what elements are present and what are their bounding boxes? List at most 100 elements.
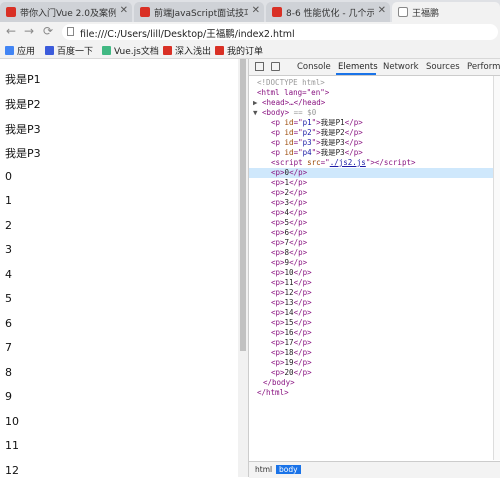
active-tab-indicator bbox=[336, 73, 376, 75]
dom-p-number[interactable]: <p>20</p> bbox=[271, 368, 312, 378]
paragraph-number: 2 bbox=[5, 219, 12, 232]
tab-title: 王福鹏 bbox=[412, 9, 440, 19]
dom-p-number[interactable]: <p>5</p> bbox=[271, 218, 307, 228]
dom-p-number[interactable]: <p>16</p> bbox=[271, 328, 312, 338]
breadcrumb-html[interactable]: html bbox=[252, 465, 275, 474]
html-open-tag[interactable]: <html lang="en"> bbox=[257, 88, 329, 98]
doctype-line: <!DOCTYPE html> bbox=[257, 78, 325, 87]
browser-toolbar: ← → ⟳ file:///C:/Users/lill/Desktop/王福鹏/… bbox=[0, 22, 500, 42]
tab-console[interactable]: Console bbox=[297, 62, 331, 72]
forward-arrow-icon[interactable]: → bbox=[24, 24, 34, 38]
dom-p-number[interactable]: <p>4</p> bbox=[271, 208, 307, 218]
flame-icon bbox=[215, 46, 224, 55]
styles-side-panel[interactable] bbox=[493, 76, 500, 460]
bookmark-label: 应用 bbox=[17, 47, 36, 57]
dom-script-node[interactable]: <script src="./js2.js"></script> bbox=[271, 158, 416, 168]
file-icon bbox=[67, 27, 74, 36]
paragraph-number: 10 bbox=[5, 415, 19, 428]
bookmark-label: 我的订单 bbox=[227, 47, 264, 57]
paragraph-number: 12 bbox=[5, 464, 19, 477]
dom-p-number[interactable]: <p>9</p> bbox=[271, 258, 307, 268]
paragraph-number: 7 bbox=[5, 341, 12, 354]
body-node[interactable]: ▼ <body> == $0 bbox=[253, 108, 316, 118]
paragraph-number: 6 bbox=[5, 317, 12, 330]
tab-current-page[interactable]: 王福鹏 bbox=[392, 2, 500, 22]
body-close-tag[interactable]: </body> bbox=[263, 378, 295, 388]
paragraph-number: 11 bbox=[5, 439, 19, 452]
dom-p-node[interactable]: <p id="p2">我是P2</p> bbox=[271, 128, 363, 138]
dom-p-number[interactable]: <p>12</p> bbox=[271, 288, 312, 298]
back-arrow-icon[interactable]: ← bbox=[6, 24, 16, 38]
body-open-tag: <body> bbox=[262, 108, 290, 117]
bookmark-label: Vue.js文档 bbox=[114, 47, 159, 57]
dom-p-node[interactable]: <p id="p1">我是P1</p> bbox=[271, 118, 363, 128]
inspect-element-icon[interactable] bbox=[255, 62, 264, 71]
dom-p-number[interactable]: <p>3</p> bbox=[271, 198, 307, 208]
bookmark-apps[interactable]: 应用 bbox=[5, 44, 35, 57]
dom-p-number[interactable]: <p>7</p> bbox=[271, 238, 307, 248]
paragraph-number: 1 bbox=[5, 194, 12, 207]
tab-vue-course[interactable]: 带你入门Vue 2.0及案例 ✕ bbox=[0, 2, 132, 22]
collapse-arrow-icon[interactable]: ▼ bbox=[253, 108, 258, 117]
html-close-tag[interactable]: </html> bbox=[257, 388, 289, 398]
dom-p-number[interactable]: <p>8</p> bbox=[271, 248, 307, 258]
breadcrumb-body[interactable]: body bbox=[276, 465, 301, 474]
tab-performance[interactable]: 8-6 性能优化 - 几个示例 ✕ bbox=[266, 2, 390, 22]
tab-title: 带你入门Vue 2.0及案例 bbox=[20, 9, 116, 19]
dom-p-number[interactable]: <p>18</p> bbox=[271, 348, 312, 358]
address-url[interactable]: file:///C:/Users/lill/Desktop/王福鹏/index2… bbox=[80, 26, 295, 40]
dom-p-number[interactable]: <p>2</p> bbox=[271, 188, 307, 198]
dom-p-number[interactable]: <p>1</p> bbox=[271, 178, 307, 188]
dom-p-number[interactable]: <p>11</p> bbox=[271, 278, 312, 288]
tab-sources[interactable]: Sources bbox=[426, 62, 460, 72]
page-scrollbar-thumb[interactable] bbox=[240, 59, 246, 351]
dom-p-number[interactable]: <p>13</p> bbox=[271, 298, 312, 308]
dom-p-number[interactable]: <p>15</p> bbox=[271, 318, 312, 328]
paragraph-number: 4 bbox=[5, 268, 12, 281]
tab-favicon-icon bbox=[272, 7, 282, 17]
apps-grid-icon bbox=[5, 46, 14, 55]
dom-p-number[interactable]: <p>19</p> bbox=[271, 358, 312, 368]
device-toolbar-icon[interactable] bbox=[271, 62, 280, 71]
close-tab-icon[interactable]: ✕ bbox=[378, 5, 386, 16]
bookmarks-bar: 应用 百度一下 Vue.js文档 深入浅出 我的订单 bbox=[0, 42, 500, 59]
dom-p-number[interactable]: <p>10</p> bbox=[271, 268, 312, 278]
tab-title: 前端JavaScript面试技巧 bbox=[154, 9, 248, 19]
expand-arrow-icon[interactable]: ▶ bbox=[253, 98, 258, 107]
close-tab-icon[interactable]: ✕ bbox=[120, 5, 128, 16]
paragraph-number: 9 bbox=[5, 390, 12, 403]
bookmark-deep-dive[interactable]: 深入浅出 bbox=[163, 44, 211, 57]
dom-p-number[interactable]: <p>17</p> bbox=[271, 338, 312, 348]
dom-p-number[interactable]: <p>6</p> bbox=[271, 228, 307, 238]
tab-elements[interactable]: Elements bbox=[338, 62, 378, 72]
paragraph-number: 8 bbox=[5, 366, 12, 379]
page-scrollbar[interactable] bbox=[238, 59, 248, 477]
dom-p-node[interactable]: <p id="p3">我是P3</p> bbox=[271, 138, 363, 148]
paragraph-number: 0 bbox=[5, 170, 12, 183]
bookmark-baidu[interactable]: 百度一下 bbox=[45, 44, 93, 57]
tab-network[interactable]: Network bbox=[383, 62, 419, 72]
tab-title: 8-6 性能优化 - 几个示例 bbox=[286, 9, 374, 19]
dom-p-node[interactable]: <p id="p4">我是P3</p> bbox=[271, 148, 363, 158]
dom-p-number[interactable]: <p>0</p> bbox=[271, 168, 307, 178]
bookmark-vue-docs[interactable]: Vue.js文档 bbox=[102, 44, 159, 57]
close-tab-icon[interactable]: ✕ bbox=[252, 5, 260, 16]
paragraph-number: 5 bbox=[5, 292, 12, 305]
tab-performance[interactable]: Performan bbox=[467, 62, 500, 72]
tab-favicon-icon bbox=[140, 7, 150, 17]
browser-tab-strip: 带你入门Vue 2.0及案例 ✕ 前端JavaScript面试技巧 ✕ 8-6 … bbox=[0, 0, 500, 22]
selected-node-marker: == $0 bbox=[293, 108, 317, 117]
tab-js-interview[interactable]: 前端JavaScript面试技巧 ✕ bbox=[134, 2, 264, 22]
reload-icon[interactable]: ⟳ bbox=[43, 24, 53, 38]
bookmark-orders[interactable]: 我的订单 bbox=[215, 44, 263, 57]
page-icon bbox=[398, 7, 408, 17]
script-src-link[interactable]: ./js2.js bbox=[330, 158, 366, 167]
head-node[interactable]: ▶ <head>…</head> bbox=[253, 98, 325, 108]
vue-logo-icon bbox=[102, 46, 111, 55]
paragraph-p2: 我是P2 bbox=[5, 98, 41, 111]
address-bar[interactable]: file:///C:/Users/lill/Desktop/王福鹏/index2… bbox=[62, 24, 498, 40]
paragraph-p1: 我是P1 bbox=[5, 73, 41, 86]
dom-tree: <!DOCTYPE html> <html lang="en"> ▶ <head… bbox=[249, 76, 493, 460]
dom-p-number[interactable]: <p>14</p> bbox=[271, 308, 312, 318]
devtools-panel: Console Elements Network Sources Perform… bbox=[248, 59, 500, 478]
